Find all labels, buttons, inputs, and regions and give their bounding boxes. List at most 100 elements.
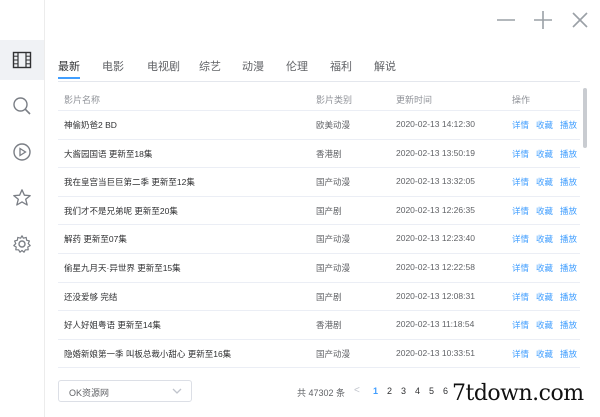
favorite-link[interactable]: 收藏 [536,348,553,360]
row-category: 欧美动漫 [316,120,351,130]
table-row: 还没爱够 完结 国产剧 2020-02-13 12:08:31 详情 收藏 播放 [58,283,580,312]
play-link[interactable]: 播放 [560,119,577,131]
tabs-divider [58,81,580,82]
tab-latest[interactable]: 最新 [58,58,80,74]
row-category: 国产动漫 [316,234,351,245]
tab-variety[interactable]: 综艺 [199,58,221,74]
detail-link[interactable]: 详情 [512,233,529,245]
row-category: 香港剧 [316,148,342,159]
source-select[interactable]: OK资源网 [58,380,192,402]
row-update-time: 2020-02-13 10:33:51 [396,347,475,358]
close-button[interactable] [568,8,592,32]
table-row: 神偷奶爸2 BD 欧美动漫 2020-02-13 14:12:30 详情 收藏 … [58,111,580,140]
detail-link[interactable]: 详情 [512,119,529,131]
sidebar-item-library[interactable] [0,40,44,80]
detail-link[interactable]: 详情 [512,148,529,160]
minus-icon [497,19,515,21]
play-link[interactable]: 播放 [560,233,577,245]
play-link[interactable]: 播放 [560,319,577,331]
table-row: 解药 更新至07集 国产动漫 2020-02-13 12:23:40 详情 收藏… [58,225,580,254]
row-category: 国产动漫 [316,262,351,273]
search-icon [13,97,31,115]
row-title: 好人好姐粤语 更新至14集 [64,320,161,331]
watermark: 7tdown.com [452,381,584,406]
detail-link[interactable]: 详情 [512,348,529,360]
table-header: 影片名称 影片类别 更新时间 操作 [58,88,580,110]
sidebar-item-favorites[interactable] [0,178,44,218]
table-row: 大酱园国语 更新至18集 香港剧 2020-02-13 13:50:19 详情 … [58,140,580,169]
sidebar-item-search[interactable] [0,86,44,126]
table-row: 好人好姐粤语 更新至14集 香港剧 2020-02-13 11:18:54 详情… [58,311,580,340]
row-category: 国产动漫 [316,348,351,359]
sidebar-item-settings[interactable] [0,224,44,264]
column-header-action: 操作 [512,95,531,105]
row-update-time: 2020-02-13 12:26:35 [396,204,475,215]
favorite-link[interactable]: 收藏 [536,262,553,274]
tab-commentary[interactable]: 解说 [374,58,396,74]
row-update-time: 2020-02-13 11:18:54 [396,319,475,330]
minimize-button[interactable] [494,8,518,32]
table-row: 偷星九月天·异世界 更新至15集 国产动漫 2020-02-13 12:22:5… [58,254,580,283]
page-number[interactable]: 3 [401,386,406,396]
tab-movies[interactable]: 电影 [102,58,124,74]
page-number[interactable]: 2 [387,386,392,396]
table-row: 我们才不是兄弟呢 更新至20集 国产剧 2020-02-13 12:26:35 … [58,197,580,226]
favorite-link[interactable]: 收藏 [536,119,553,131]
row-category: 香港剧 [316,320,342,331]
play-link[interactable]: 播放 [560,348,577,360]
play-link[interactable]: 播放 [560,262,577,274]
total-count: 共 47302 条 [297,388,346,398]
active-tab-indicator [58,77,80,79]
sidebar [0,0,45,417]
row-title: 解药 更新至07集 [64,234,127,245]
page-number[interactable]: 1 [373,386,378,396]
row-title: 我们才不是兄弟呢 更新至20集 [64,205,178,216]
table-row: 隐婚新娘第一季 叫板总裁小甜心 更新至16集 国产动漫 2020-02-13 1… [58,340,580,369]
row-update-time: 2020-02-13 12:23:40 [396,233,475,244]
play-link[interactable]: 播放 [560,291,577,303]
table-scrollbar[interactable] [583,88,587,148]
tab-welfare[interactable]: 福利 [330,58,352,74]
row-update-time: 2020-02-13 12:22:58 [396,261,475,272]
table-row: 我在皇宫当巨巨第二季 更新至12集 国产动漫 2020-02-13 13:32:… [58,168,580,197]
favorite-link[interactable]: 收藏 [536,291,553,303]
chevron-down-icon [172,388,182,394]
detail-link[interactable]: 详情 [512,205,529,217]
favorite-link[interactable]: 收藏 [536,205,553,217]
row-title: 我在皇宫当巨巨第二季 更新至12集 [64,177,195,188]
row-title: 还没爱够 完结 [64,291,118,302]
maximize-button[interactable] [531,8,555,32]
tab-anime[interactable]: 动漫 [242,58,264,74]
row-category: 国产剧 [316,205,342,216]
play-link[interactable]: 播放 [560,148,577,160]
favorite-link[interactable]: 收藏 [536,319,553,331]
tab-ethics[interactable]: 伦理 [286,58,308,74]
detail-link[interactable]: 详情 [512,176,529,188]
favorite-link[interactable]: 收藏 [536,233,553,245]
row-category: 国产动漫 [316,177,351,188]
row-update-time: 2020-02-13 13:32:05 [396,176,475,187]
play-link[interactable]: 播放 [560,205,577,217]
close-icon [572,12,588,28]
page-number[interactable]: 6 [443,386,448,396]
sidebar-item-play[interactable] [0,132,44,172]
row-title: 神偷奶爸2 BD [64,120,117,130]
detail-link[interactable]: 详情 [512,291,529,303]
play-circle-icon [13,143,31,161]
play-link[interactable]: 播放 [560,176,577,188]
page-number[interactable]: 5 [429,386,434,396]
tab-tv-series[interactable]: 电视剧 [147,58,180,74]
favorite-link[interactable]: 收藏 [536,176,553,188]
row-title: 隐婚新娘第一季 叫板总裁小甜心 更新至16集 [64,348,232,359]
detail-link[interactable]: 详情 [512,262,529,274]
table-body: 神偷奶爸2 BD 欧美动漫 2020-02-13 14:12:30 详情 收藏 … [58,111,580,369]
star-icon [13,189,31,206]
plus-icon [534,11,552,29]
film-grid-icon [12,51,32,69]
favorite-link[interactable]: 收藏 [536,148,553,160]
source-select-value: OK资源网 [69,388,110,398]
row-update-time: 2020-02-13 14:12:30 [396,119,475,129]
page-number[interactable]: 4 [415,386,420,396]
prev-page-button[interactable]: < [354,385,360,396]
detail-link[interactable]: 详情 [512,319,529,331]
